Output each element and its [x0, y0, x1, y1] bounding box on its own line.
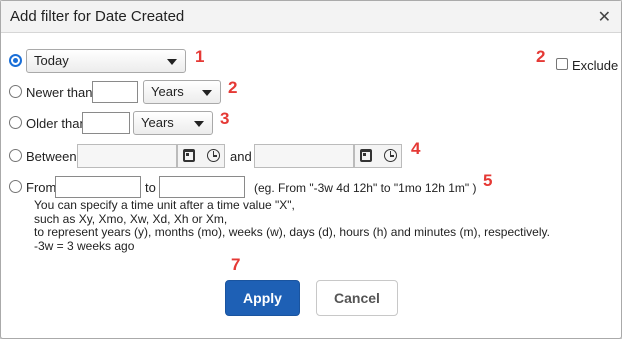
between-start-input[interactable]: [77, 144, 177, 168]
annotation-2: 2: [228, 78, 238, 97]
newer-value-input[interactable]: [92, 81, 138, 103]
help-line: to represent years (y), months (mo), wee…: [34, 225, 550, 239]
between-end-input[interactable]: [254, 144, 354, 168]
annotation-7: 7: [231, 255, 241, 274]
dialog-title: Add filter for Date Created: [10, 8, 185, 25]
clock-icon[interactable]: [384, 149, 397, 162]
today-select-value: Today: [34, 53, 69, 68]
help-text: You can specify a time unit after a time…: [34, 198, 550, 253]
radio-newer[interactable]: [9, 85, 22, 98]
today-select[interactable]: Today: [26, 49, 186, 73]
older-value-input[interactable]: [82, 112, 130, 134]
between-start-pickers: [177, 144, 225, 168]
clock-icon[interactable]: [207, 149, 220, 162]
calendar-icon[interactable]: [183, 149, 195, 162]
radio-today[interactable]: [9, 54, 22, 67]
chevron-down-icon: [167, 59, 177, 65]
from-end-input[interactable]: [159, 176, 245, 198]
calendar-icon[interactable]: [360, 149, 372, 162]
annotation-1: 1: [195, 47, 205, 66]
help-line: -3w = 3 weeks ago: [34, 238, 135, 253]
chevron-down-icon: [194, 121, 204, 127]
filter-dialog: Add filter for Date Created ✕ Today 1 2 …: [0, 0, 622, 339]
help-line: You can specify a time unit after a time…: [34, 198, 295, 212]
close-icon[interactable]: ✕: [598, 7, 611, 27]
annotation-3: 3: [220, 109, 230, 128]
cancel-button[interactable]: Cancel: [316, 280, 398, 316]
radio-between[interactable]: [9, 149, 22, 162]
from-to-label: to: [145, 180, 156, 195]
annotation-5: 5: [483, 171, 493, 190]
exclude-label: Exclude: [572, 58, 619, 73]
older-unit-value: Years: [141, 115, 174, 130]
radio-older[interactable]: [9, 116, 22, 129]
from-start-input[interactable]: [55, 176, 141, 198]
from-example-text: (eg. From "-3w 4d 12h" to "1mo 12h 1m" ): [254, 181, 477, 195]
from-label: From: [26, 180, 57, 195]
dialog-titlebar: Add filter for Date Created ✕: [1, 1, 621, 33]
annotation-2-exclude: 2: [536, 47, 546, 66]
older-unit-select[interactable]: Years: [133, 111, 213, 135]
apply-button[interactable]: Apply: [225, 280, 300, 316]
radio-from[interactable]: [9, 180, 22, 193]
older-label: Older than: [26, 116, 87, 131]
help-line: such as Xy, Xmo, Xw, Xd, Xh or Xm,: [34, 211, 228, 226]
between-and-label: and: [230, 149, 252, 164]
between-label: Between: [26, 149, 77, 164]
between-end-pickers: [354, 144, 402, 168]
annotation-4: 4: [411, 139, 421, 158]
newer-unit-select[interactable]: Years: [143, 80, 221, 104]
exclude-checkbox[interactable]: [556, 58, 568, 70]
newer-unit-value: Years: [151, 84, 184, 99]
chevron-down-icon: [202, 90, 212, 96]
newer-label: Newer than: [26, 85, 93, 100]
